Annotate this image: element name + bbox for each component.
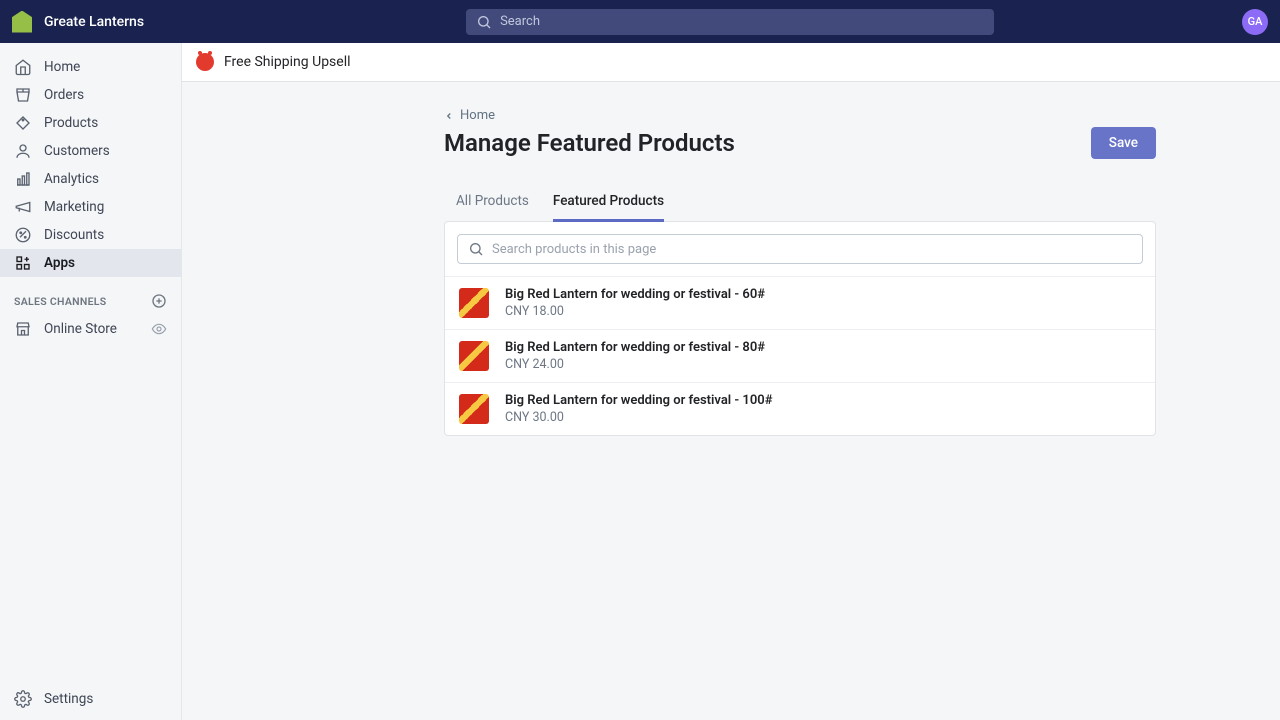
top-bar: Greate Lanterns Search GA [0,0,1280,43]
app-name: Free Shipping Upsell [224,54,351,70]
product-tabs: All Products Featured Products [444,183,1156,222]
tab-featured-products[interactable]: Featured Products [553,183,664,222]
sidebar-item-label: Discounts [44,227,104,243]
shopify-logo-icon [12,11,32,33]
discounts-icon [14,226,32,244]
save-button[interactable]: Save [1091,127,1156,159]
user-avatar[interactable]: GA [1242,9,1268,35]
global-search[interactable]: Search [466,9,994,35]
product-thumbnail [459,341,489,371]
page-title: Manage Featured Products [444,129,735,157]
sidebar-item-apps[interactable]: Apps [0,249,181,277]
search-placeholder: Search [500,14,540,29]
apps-icon [14,254,32,272]
gear-icon [14,690,32,708]
sidebar-item-products[interactable]: Products [0,109,181,137]
product-row[interactable]: Big Red Lantern for wedding or festival … [445,382,1155,435]
view-store-icon[interactable] [151,321,167,337]
sidebar-item-label: Products [44,115,98,131]
product-search[interactable] [457,234,1143,264]
product-price: CNY 18.00 [505,304,765,319]
sidebar-item-label: Home [44,59,80,75]
sidebar-item-label: Settings [44,691,93,707]
sidebar-item-label: Marketing [44,199,104,215]
product-thumbnail [459,394,489,424]
app-logo-icon [196,53,214,71]
store-name[interactable]: Greate Lanterns [44,14,144,30]
sidebar-item-customers[interactable]: Customers [0,137,181,165]
sidebar-item-label: Customers [44,143,110,159]
product-thumbnail [459,288,489,318]
marketing-icon [14,198,32,216]
sidebar-item-label: Orders [44,87,84,103]
app-header: Free Shipping Upsell [182,43,1280,82]
search-icon [468,241,484,257]
customers-icon [14,142,32,160]
sidebar-item-label: Apps [44,255,75,271]
sidebar: Home Orders Products Customers Analytics… [0,43,182,720]
breadcrumb-back[interactable]: Home [444,108,1156,123]
product-search-input[interactable] [492,242,1132,257]
store-icon [14,320,32,338]
sidebar-item-home[interactable]: Home [0,53,181,81]
product-row[interactable]: Big Red Lantern for wedding or festival … [445,329,1155,382]
chevron-left-icon [444,111,454,121]
sidebar-item-label: Analytics [44,171,99,187]
analytics-icon [14,170,32,188]
product-name: Big Red Lantern for wedding or festival … [505,393,772,408]
product-name: Big Red Lantern for wedding or festival … [505,287,765,302]
product-name: Big Red Lantern for wedding or festival … [505,340,765,355]
orders-icon [14,86,32,104]
product-row[interactable]: Big Red Lantern for wedding or festival … [445,276,1155,329]
products-card: Big Red Lantern for wedding or festival … [444,221,1156,436]
product-price: CNY 30.00 [505,410,772,425]
sales-channels-header: SALES CHANNELS [0,277,181,315]
tab-all-products[interactable]: All Products [456,183,529,222]
products-icon [14,114,32,132]
product-price: CNY 24.00 [505,357,765,372]
sidebar-item-discounts[interactable]: Discounts [0,221,181,249]
sidebar-item-settings[interactable]: Settings [0,685,181,720]
add-channel-icon[interactable] [151,293,167,309]
sidebar-item-online-store[interactable]: Online Store [0,315,181,343]
home-icon [14,58,32,76]
sidebar-item-analytics[interactable]: Analytics [0,165,181,193]
main-content: Free Shipping Upsell Home Manage Feature… [182,43,1280,720]
search-icon [476,14,492,30]
sidebar-item-marketing[interactable]: Marketing [0,193,181,221]
breadcrumb-label: Home [460,108,495,123]
sidebar-item-orders[interactable]: Orders [0,81,181,109]
sidebar-item-label: Online Store [44,321,117,337]
